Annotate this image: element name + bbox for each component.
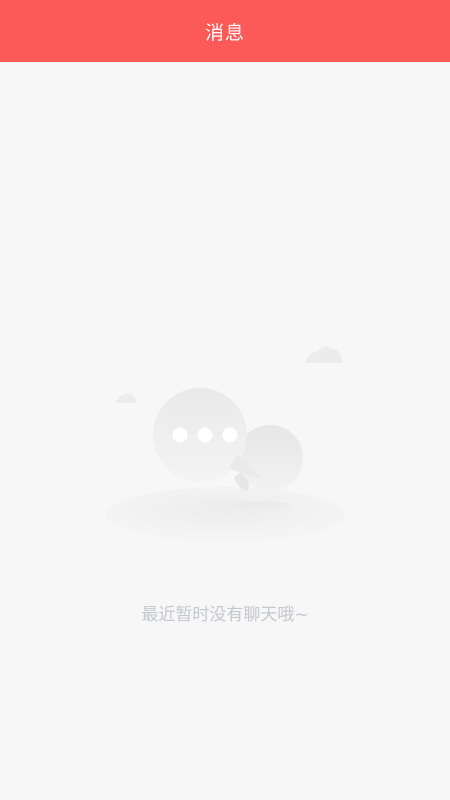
page-title: 消息 (204, 21, 245, 44)
empty-state-message: 最近暂时没有聊天哦~ (141, 605, 309, 625)
top-bar: 消息 (0, 0, 450, 62)
chat-bubbles-icon (100, 335, 350, 545)
messages-screen: 消息 最近暂时没有聊天哦~ (0, 0, 450, 800)
